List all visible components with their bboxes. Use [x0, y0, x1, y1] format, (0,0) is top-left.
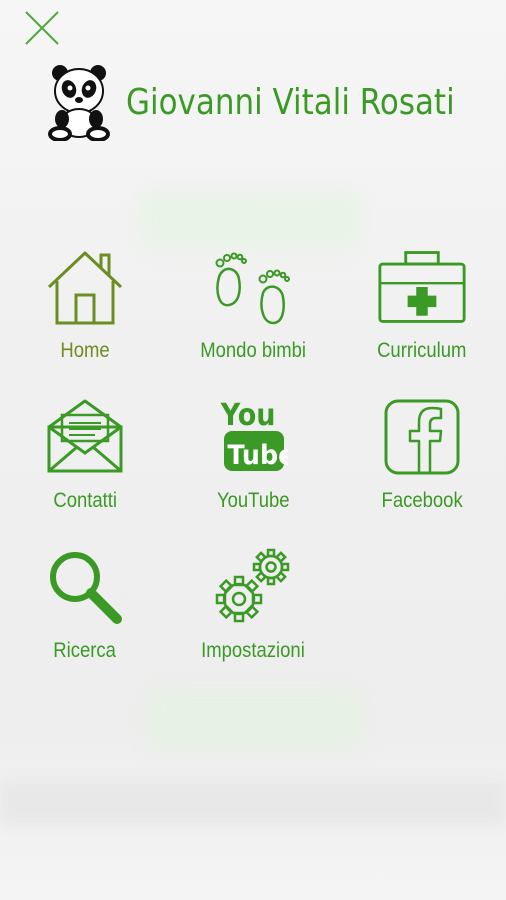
home-icon — [40, 245, 130, 329]
menu-item-impostazioni[interactable]: Impostazioni — [178, 545, 328, 675]
youtube-icon: You Tube — [208, 395, 298, 479]
svg-text:You: You — [220, 398, 276, 433]
facebook-icon — [377, 395, 467, 479]
menu-item-home[interactable]: Home — [10, 245, 160, 375]
menu-label-impostazioni: Impostazioni — [201, 639, 305, 662]
app-header: Giovanni Vitali Rosati — [48, 62, 488, 142]
panda-icon — [48, 63, 110, 142]
menu-label-curriculum: Curriculum — [377, 339, 467, 362]
menu-item-ricerca[interactable]: Ricerca — [10, 545, 160, 675]
menu-label-contatti: Contatti — [53, 489, 117, 512]
menu-label-ricerca: Ricerca — [53, 639, 117, 662]
blurred-background-banner — [140, 190, 360, 250]
app-title: Giovanni Vitali Rosati — [126, 81, 455, 123]
footprints-icon — [208, 245, 298, 329]
magnifier-icon — [40, 545, 130, 629]
envelope-icon — [40, 395, 130, 479]
menu-label-home: Home — [60, 339, 110, 362]
menu-item-youtube[interactable]: You Tube YouTube — [178, 395, 328, 525]
gears-icon — [208, 545, 298, 629]
menu-item-contatti[interactable]: Contatti — [10, 395, 160, 525]
close-button[interactable] — [22, 8, 62, 48]
menu-item-mondo-bimbi[interactable]: Mondo bimbi — [178, 245, 328, 375]
menu-label-facebook: Facebook — [381, 489, 463, 512]
menu-item-facebook[interactable]: Facebook — [347, 395, 497, 525]
menu-item-curriculum[interactable]: Curriculum — [347, 245, 497, 375]
blurred-background-button — [150, 690, 360, 750]
close-icon — [25, 11, 59, 45]
blurred-background-band — [0, 780, 506, 825]
svg-text:Tube: Tube — [227, 440, 288, 471]
first-aid-kit-icon — [377, 245, 467, 329]
menu-label-mondo-bimbi: Mondo bimbi — [200, 339, 306, 362]
menu-label-youtube: YouTube — [216, 489, 290, 512]
